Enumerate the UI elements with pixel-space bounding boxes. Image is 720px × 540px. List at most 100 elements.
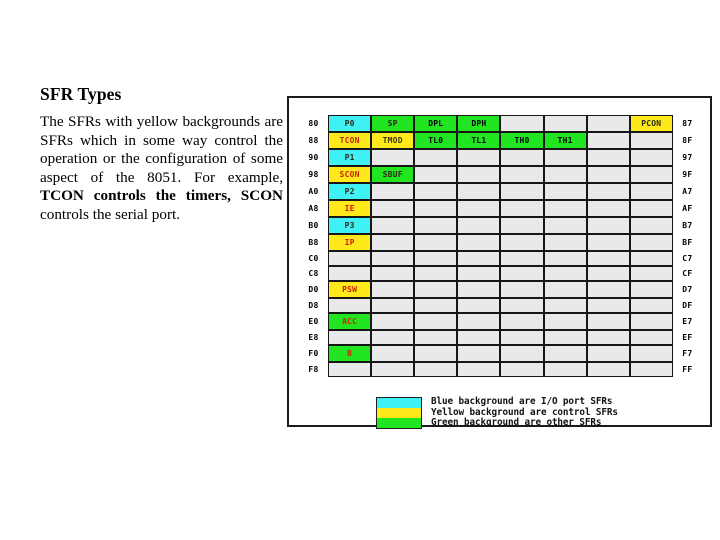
sfr-cell-empty bbox=[414, 313, 458, 330]
sfr-cell-empty bbox=[371, 183, 415, 200]
sfr-table-row: F0 B F7 bbox=[302, 345, 699, 362]
sfr-cell-empty bbox=[414, 266, 458, 281]
sfr-cell-empty bbox=[371, 149, 415, 166]
sfr-cell-empty bbox=[500, 266, 544, 281]
legend-label-green: Green background are other SFRs bbox=[431, 417, 602, 429]
sfr-cell-empty bbox=[543, 183, 587, 200]
sfr-cell-empty bbox=[371, 313, 415, 330]
sfr-cell-empty bbox=[328, 330, 372, 345]
sfr-cell-p2[interactable]: P2 bbox=[328, 183, 372, 200]
sfr-table: 80 P0 SP DPL DPH PCON 87 88 TCON TMOD TL0 TL1 TH0 TH1… bbox=[302, 115, 699, 377]
sfr-cell-th0[interactable]: TH0 bbox=[500, 132, 544, 149]
sfr-cell-ie[interactable]: IE bbox=[328, 200, 372, 217]
legend-swatch-blue bbox=[377, 398, 421, 408]
sfr-cell-empty bbox=[500, 166, 544, 183]
sfr-cell-empty bbox=[457, 313, 501, 330]
sfr-cell-p0[interactable]: P0 bbox=[328, 115, 372, 132]
row-address-left: C0 bbox=[302, 251, 326, 266]
sfr-cell-p1[interactable]: P1 bbox=[328, 149, 372, 166]
sfr-cell-empty bbox=[328, 362, 372, 377]
sfr-cell-empty bbox=[457, 149, 501, 166]
sfr-cell-empty bbox=[586, 266, 630, 281]
row-address-left: B8 bbox=[302, 234, 326, 251]
row-address-left: C8 bbox=[302, 266, 326, 281]
row-address-left: A0 bbox=[302, 183, 326, 200]
sfr-table-row: C8 CF bbox=[302, 266, 699, 281]
sfr-cell-empty bbox=[543, 149, 587, 166]
sfr-table-row: F8 FF bbox=[302, 362, 699, 377]
sfr-cell-empty bbox=[629, 281, 673, 298]
sfr-table-row: E8 EF bbox=[302, 330, 699, 345]
row-address-right: E7 bbox=[675, 313, 699, 330]
row-address-right: FF bbox=[675, 362, 699, 377]
sfr-cell-empty bbox=[629, 298, 673, 313]
sfr-cell-empty bbox=[500, 313, 544, 330]
sfr-cell-empty bbox=[457, 183, 501, 200]
sfr-cell-empty bbox=[500, 281, 544, 298]
sfr-cell-empty bbox=[371, 281, 415, 298]
sfr-cell-sbuf[interactable]: SBUF bbox=[371, 166, 415, 183]
sfr-cell-empty bbox=[500, 183, 544, 200]
sfr-cell-empty bbox=[543, 330, 587, 345]
sfr-cell-empty bbox=[586, 251, 630, 266]
row-address-right: EF bbox=[675, 330, 699, 345]
sfr-table-row: 80 P0 SP DPL DPH PCON 87 bbox=[302, 115, 699, 132]
slide-canvas: SFR Types The SFRs with yellow backgroun… bbox=[0, 0, 720, 540]
sfr-cell-empty bbox=[457, 217, 501, 234]
row-address-right: 8F bbox=[675, 132, 699, 149]
sfr-table-row: D0 PSW D7 bbox=[302, 281, 699, 298]
sfr-table-row: D8 DF bbox=[302, 298, 699, 313]
legend-label-blue: Blue background are I/O port SFRs bbox=[431, 396, 613, 407]
sfr-table-row: B8 IP BF bbox=[302, 234, 699, 251]
row-address-left: D8 bbox=[302, 298, 326, 313]
sfr-cell-tl1[interactable]: TL1 bbox=[457, 132, 501, 149]
sfr-cell-tmod[interactable]: TMOD bbox=[371, 132, 415, 149]
row-address-left: E8 bbox=[302, 330, 326, 345]
sfr-cell-empty bbox=[629, 330, 673, 345]
sfr-cell-scon[interactable]: SCON bbox=[328, 166, 372, 183]
sfr-cell-empty bbox=[500, 298, 544, 313]
sfr-cell-empty bbox=[371, 266, 415, 281]
sfr-cell-empty bbox=[543, 298, 587, 313]
sfr-cell-empty bbox=[457, 251, 501, 266]
sfr-cell-empty bbox=[586, 217, 630, 234]
page-title: SFR Types bbox=[40, 84, 122, 104]
row-address-left: D0 bbox=[302, 281, 326, 298]
sfr-cell-empty bbox=[457, 298, 501, 313]
sfr-cell-empty bbox=[586, 362, 630, 377]
sfr-cell-empty bbox=[500, 200, 544, 217]
sfr-cell-empty bbox=[371, 234, 415, 251]
sfr-cell-dph[interactable]: DPH bbox=[457, 115, 501, 132]
sfr-cell-ip[interactable]: IP bbox=[328, 234, 372, 251]
sfr-table-row: 88 TCON TMOD TL0 TL1 TH0 TH1 8F bbox=[302, 132, 699, 149]
sfr-cell-tcon[interactable]: TCON bbox=[328, 132, 372, 149]
row-address-left: E0 bbox=[302, 313, 326, 330]
sfr-cell-empty bbox=[457, 281, 501, 298]
sfr-cell-th1[interactable]: TH1 bbox=[543, 132, 587, 149]
sfr-cell-tl0[interactable]: TL0 bbox=[414, 132, 458, 149]
sfr-cell-empty bbox=[457, 166, 501, 183]
sfr-cell-empty bbox=[457, 330, 501, 345]
row-address-left: F0 bbox=[302, 345, 326, 362]
legend-swatch-yellow bbox=[377, 408, 421, 418]
row-address-right: F7 bbox=[675, 345, 699, 362]
sfr-cell-b[interactable]: B bbox=[328, 345, 372, 362]
sfr-cell-p3[interactable]: P3 bbox=[328, 217, 372, 234]
row-address-left: 88 bbox=[302, 132, 326, 149]
sfr-table-row: C0 C7 bbox=[302, 251, 699, 266]
sfr-cell-empty bbox=[586, 200, 630, 217]
sfr-cell-dpl[interactable]: DPL bbox=[414, 115, 458, 132]
sfr-table-row: B0 P3 B7 bbox=[302, 217, 699, 234]
sfr-cell-sp[interactable]: SP bbox=[371, 115, 415, 132]
sfr-cell-empty bbox=[371, 251, 415, 266]
sfr-cell-empty bbox=[414, 183, 458, 200]
sfr-cell-empty bbox=[629, 149, 673, 166]
sfr-cell-psw[interactable]: PSW bbox=[328, 281, 372, 298]
sfr-cell-empty bbox=[629, 217, 673, 234]
sfr-cell-acc[interactable]: ACC bbox=[328, 313, 372, 330]
row-address-left: F8 bbox=[302, 362, 326, 377]
sfr-table-row: 98 SCON SBUF 9F bbox=[302, 166, 699, 183]
sfr-cell-pcon[interactable]: PCON bbox=[629, 115, 673, 132]
sfr-cell-empty bbox=[371, 298, 415, 313]
sfr-cell-empty bbox=[586, 183, 630, 200]
